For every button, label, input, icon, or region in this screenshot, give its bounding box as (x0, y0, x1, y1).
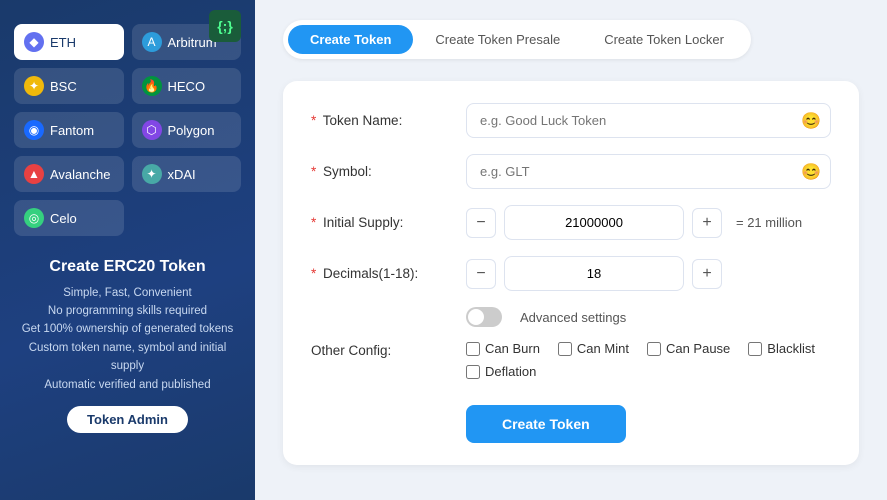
deflation-label: Deflation (485, 364, 536, 379)
form-section: * Token Name: 😊 * Symbol: 😊 * Initia (283, 81, 859, 465)
fantom-icon: ◉ (24, 120, 44, 140)
decimals-label: * Decimals(1-18): (311, 266, 466, 281)
sidebar-info-line-2: No programming skills required (14, 302, 241, 320)
token-name-input[interactable] (466, 103, 831, 138)
decimals-controls: − + (466, 256, 722, 291)
network-label-heco: HECO (168, 79, 206, 94)
checkbox-can-mint[interactable]: Can Mint (558, 341, 629, 356)
decimals-decrement[interactable]: − (466, 259, 496, 289)
token-name-input-wrap: 😊 (466, 103, 831, 138)
other-config-row: Other Config: Can Burn Can Mint Can Paus… (311, 341, 831, 379)
checkboxes-wrap: Can Burn Can Mint Can Pause Blacklist (466, 341, 831, 379)
sidebar: {;} ◆ ETH A Arbitrum ✦ BSC 🔥 HECO ◉ Fant… (0, 0, 255, 500)
network-btn-heco[interactable]: 🔥 HECO (132, 68, 242, 104)
network-label-avalanche: Avalanche (50, 167, 110, 182)
network-label-eth: ETH (50, 35, 76, 50)
tab-create-token-locker[interactable]: Create Token Locker (582, 25, 746, 54)
initial-supply-increment[interactable]: + (692, 208, 722, 238)
arb-icon: A (142, 32, 162, 52)
network-btn-fantom[interactable]: ◉ Fantom (14, 112, 124, 148)
can-burn-checkbox[interactable] (466, 342, 480, 356)
symbol-label: * Symbol: (311, 164, 466, 179)
network-btn-polygon[interactable]: ⬡ Polygon (132, 112, 242, 148)
tab-create-token[interactable]: Create Token (288, 25, 413, 54)
network-btn-avalanche[interactable]: ▲ Avalanche (14, 156, 124, 192)
blacklist-checkbox[interactable] (748, 342, 762, 356)
sidebar-info-line-1: Simple, Fast, Convenient (14, 284, 241, 302)
network-label-xdai: xDAI (168, 167, 196, 182)
checkbox-blacklist[interactable]: Blacklist (748, 341, 815, 356)
logo-icon: {;} (209, 10, 241, 42)
initial-supply-hint: = 21 million (736, 215, 802, 230)
token-name-emoji-btn[interactable]: 😊 (801, 111, 821, 131)
symbol-input-wrap: 😊 (466, 154, 831, 189)
deflation-checkbox[interactable] (466, 365, 480, 379)
can-mint-label: Can Mint (577, 341, 629, 356)
initial-supply-label: * Initial Supply: (311, 215, 466, 230)
network-label-celo: Celo (50, 211, 77, 226)
network-label-polygon: Polygon (168, 123, 215, 138)
can-mint-checkbox[interactable] (558, 342, 572, 356)
advanced-settings-text: Advanced settings (520, 310, 626, 325)
decimals-increment[interactable]: + (692, 259, 722, 289)
create-token-button[interactable]: Create Token (466, 405, 626, 443)
blacklist-label: Blacklist (767, 341, 815, 356)
token-admin-button[interactable]: Token Admin (67, 406, 188, 433)
advanced-toggle-label[interactable] (466, 307, 502, 327)
initial-supply-input[interactable] (504, 205, 684, 240)
symbol-input[interactable] (466, 154, 831, 189)
network-btn-eth[interactable]: ◆ ETH (14, 24, 124, 60)
avax-icon: ▲ (24, 164, 44, 184)
checkbox-can-burn[interactable]: Can Burn (466, 341, 540, 356)
token-name-label: * Token Name: (311, 113, 466, 128)
network-btn-celo[interactable]: ◎ Celo (14, 200, 124, 236)
polygon-icon: ⬡ (142, 120, 162, 140)
advanced-settings-row: Advanced settings (466, 307, 831, 327)
sidebar-info: Create ERC20 Token Simple, Fast, Conveni… (14, 254, 241, 433)
bsc-icon: ✦ (24, 76, 44, 96)
can-pause-label: Can Pause (666, 341, 730, 356)
decimals-input[interactable] (504, 256, 684, 291)
tab-create-token-presale[interactable]: Create Token Presale (413, 25, 582, 54)
xdai-icon: ✦ (142, 164, 162, 184)
eth-icon: ◆ (24, 32, 44, 52)
celo-icon: ◎ (24, 208, 44, 228)
network-grid: ◆ ETH A Arbitrum ✦ BSC 🔥 HECO ◉ Fantom ⬡… (14, 24, 241, 236)
advanced-toggle-wrap (466, 307, 502, 327)
other-config-label: Other Config: (311, 341, 466, 358)
initial-supply-row: * Initial Supply: − + = 21 million (311, 205, 831, 240)
initial-supply-decrement[interactable]: − (466, 208, 496, 238)
symbol-row: * Symbol: 😊 (311, 154, 831, 189)
checkbox-can-pause[interactable]: Can Pause (647, 341, 730, 356)
can-burn-label: Can Burn (485, 341, 540, 356)
symbol-emoji-btn[interactable]: 😊 (801, 162, 821, 182)
decimals-row: * Decimals(1-18): − + (311, 256, 831, 291)
network-btn-xdai[interactable]: ✦ xDAI (132, 156, 242, 192)
sidebar-info-line-5: Automatic verified and published (14, 376, 241, 394)
network-btn-bsc[interactable]: ✦ BSC (14, 68, 124, 104)
heco-icon: 🔥 (142, 76, 162, 96)
tab-bar: Create Token Create Token Presale Create… (283, 20, 751, 59)
initial-supply-controls: − + = 21 million (466, 205, 802, 240)
sidebar-info-line-3: Get 100% ownership of generated tokens (14, 320, 241, 338)
main-content: Create Token Create Token Presale Create… (255, 0, 887, 500)
can-pause-checkbox[interactable] (647, 342, 661, 356)
checkbox-deflation[interactable]: Deflation (466, 364, 536, 379)
token-name-row: * Token Name: 😊 (311, 103, 831, 138)
sidebar-info-title: Create ERC20 Token (14, 254, 241, 280)
sidebar-info-line-4: Custom token name, symbol and initial su… (14, 339, 241, 376)
network-label-bsc: BSC (50, 79, 77, 94)
network-label-fantom: Fantom (50, 123, 94, 138)
